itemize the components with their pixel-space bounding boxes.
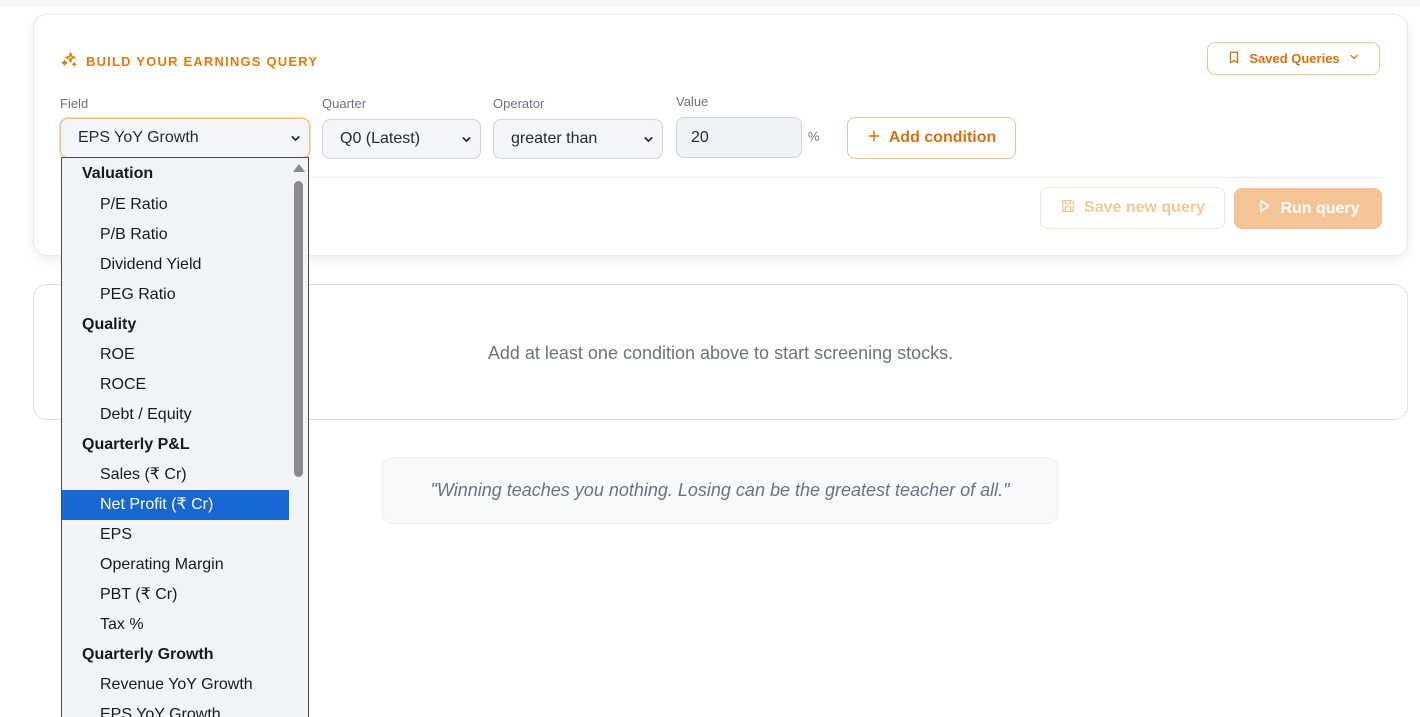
run-query-label: Run query	[1280, 199, 1360, 217]
dropdown-option[interactable]: EPS	[62, 520, 290, 550]
option-group-label: Quarterly P&L	[82, 436, 190, 453]
save-new-query-label: Save new query	[1084, 199, 1205, 216]
dropdown-option[interactable]: Tax %	[62, 610, 290, 640]
chevron-down-icon	[460, 133, 473, 151]
field-select-value: EPS YoY Growth	[78, 129, 199, 146]
dropdown-option-highlighted[interactable]: Net Profit (₹ Cr)	[62, 490, 290, 520]
save-new-query-button[interactable]: Save new query	[1040, 187, 1225, 229]
dropdown-option[interactable]: ROE	[62, 340, 290, 370]
field-dropdown[interactable]: Valuation P/E Ratio P/B Ratio Dividend Y…	[61, 157, 309, 717]
builder-header: BUILD YOUR EARNINGS QUERY	[60, 50, 318, 73]
run-query-button[interactable]: Run query	[1234, 188, 1382, 229]
value-label: Value	[676, 94, 709, 109]
field-select[interactable]: EPS YoY Growth	[60, 118, 310, 158]
add-condition-label: Add condition	[888, 129, 997, 146]
dropdown-option[interactable]: Dividend Yield	[62, 250, 290, 280]
plus-icon	[867, 129, 881, 148]
option-group-label: Valuation	[82, 165, 154, 182]
scrollbar-thumb[interactable]	[294, 181, 303, 477]
field-label: Field	[60, 96, 89, 111]
quarter-select[interactable]: Q0 (Latest)	[322, 119, 481, 159]
saved-queries-button[interactable]: Saved Queries	[1207, 42, 1380, 75]
field-dropdown-list: Valuation P/E Ratio P/B Ratio Dividend Y…	[62, 158, 290, 717]
operator-select-value: greater than	[511, 130, 598, 147]
dropdown-option[interactable]: PEG Ratio	[62, 280, 290, 310]
chevron-down-icon	[289, 132, 302, 150]
value-unit: %	[808, 129, 820, 144]
save-icon	[1060, 198, 1076, 219]
play-icon	[1256, 198, 1272, 219]
add-condition-button[interactable]: Add condition	[847, 117, 1016, 159]
dropdown-scrollbar[interactable]	[289, 158, 308, 717]
dropdown-option[interactable]: Operating Margin	[62, 550, 290, 580]
dropdown-option[interactable]: P/B Ratio	[62, 220, 290, 250]
operator-label: Operator	[493, 96, 545, 111]
dropdown-option[interactable]: PBT (₹ Cr)	[62, 580, 290, 610]
option-group-label: Quality	[82, 316, 137, 333]
dropdown-option[interactable]: Revenue YoY Growth	[62, 670, 290, 700]
quote-box: "Winning teaches you nothing. Losing can…	[382, 457, 1058, 524]
value-input[interactable]: 20	[676, 117, 802, 158]
value-input-text: 20	[691, 128, 709, 146]
saved-queries-label: Saved Queries	[1249, 51, 1340, 66]
dropdown-option[interactable]: EPS YoY Growth	[62, 700, 290, 717]
quote-text: "Winning teaches you nothing. Losing can…	[430, 480, 1010, 500]
top-bar	[0, 0, 1420, 6]
dropdown-option[interactable]: Debt / Equity	[62, 400, 290, 430]
dropdown-option[interactable]: P/E Ratio	[62, 190, 290, 220]
quarter-select-value: Q0 (Latest)	[340, 130, 421, 147]
chevron-down-icon	[1348, 51, 1360, 66]
quarter-label: Quarter	[322, 96, 367, 111]
dropdown-option[interactable]: Sales (₹ Cr)	[62, 460, 290, 490]
bookmark-icon	[1227, 50, 1241, 68]
chevron-down-icon	[642, 133, 655, 151]
sparkles-icon	[60, 50, 78, 73]
scroll-up-arrow-icon[interactable]	[293, 164, 305, 172]
operator-select[interactable]: greater than	[493, 119, 663, 159]
dropdown-option[interactable]: ROCE	[62, 370, 290, 400]
option-group-label: Quarterly Growth	[82, 646, 214, 663]
builder-title: BUILD YOUR EARNINGS QUERY	[86, 54, 319, 69]
